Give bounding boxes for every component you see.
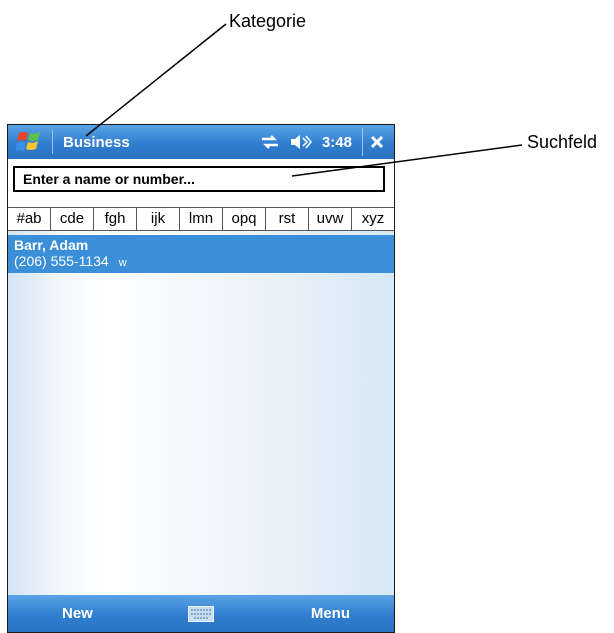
alpha-tab[interactable]: #ab: [8, 208, 51, 230]
menu-button[interactable]: Menu: [244, 605, 394, 622]
list-item[interactable]: Barr, Adam (206) 555-1134 w: [8, 235, 394, 273]
callout-line-category: [85, 23, 227, 137]
contact-phone-line: (206) 555-1134 w: [14, 253, 394, 271]
search-input[interactable]: [21, 170, 383, 188]
start-button[interactable]: [8, 125, 52, 159]
device-screen: Business 3:48 #ab cde fgh ijk lmn opq: [7, 124, 395, 633]
close-icon: [370, 135, 384, 149]
alpha-tab[interactable]: cde: [51, 208, 94, 230]
title-separator: [52, 130, 53, 154]
alpha-tab[interactable]: xyz: [352, 208, 394, 230]
new-button[interactable]: New: [8, 605, 158, 622]
alpha-tab[interactable]: lmn: [180, 208, 223, 230]
windows-start-icon: [16, 132, 40, 151]
search-area: [8, 159, 394, 199]
category-title[interactable]: Business: [63, 134, 260, 151]
keyboard-icon: [188, 605, 214, 622]
alpha-tab[interactable]: rst: [266, 208, 309, 230]
input-panel-button[interactable]: [158, 605, 244, 622]
callout-category: Kategorie: [229, 11, 307, 31]
alpha-tab[interactable]: uvw: [309, 208, 352, 230]
phone-type: w: [118, 257, 127, 269]
contact-list: Barr, Adam (206) 555-1134 w: [8, 231, 394, 597]
alpha-tab[interactable]: ijk: [137, 208, 180, 230]
alpha-tab[interactable]: fgh: [94, 208, 137, 230]
close-button[interactable]: [362, 128, 391, 156]
contact-name: Barr, Adam: [14, 237, 89, 253]
alphabet-tabs: #ab cde fgh ijk lmn opq rst uvw xyz: [8, 207, 394, 231]
soft-key-bar: New Menu: [8, 595, 394, 632]
alpha-tab[interactable]: opq: [223, 208, 266, 230]
contact-phone: (206) 555-1134: [14, 253, 109, 269]
title-bar: Business 3:48: [8, 125, 394, 159]
speaker-icon[interactable]: [290, 133, 312, 151]
search-field[interactable]: [13, 166, 385, 192]
status-icons: 3:48: [260, 133, 352, 151]
callout-search-field: Suchfeld: [527, 132, 598, 152]
connectivity-icon[interactable]: [260, 134, 280, 150]
clock[interactable]: 3:48: [322, 134, 352, 151]
